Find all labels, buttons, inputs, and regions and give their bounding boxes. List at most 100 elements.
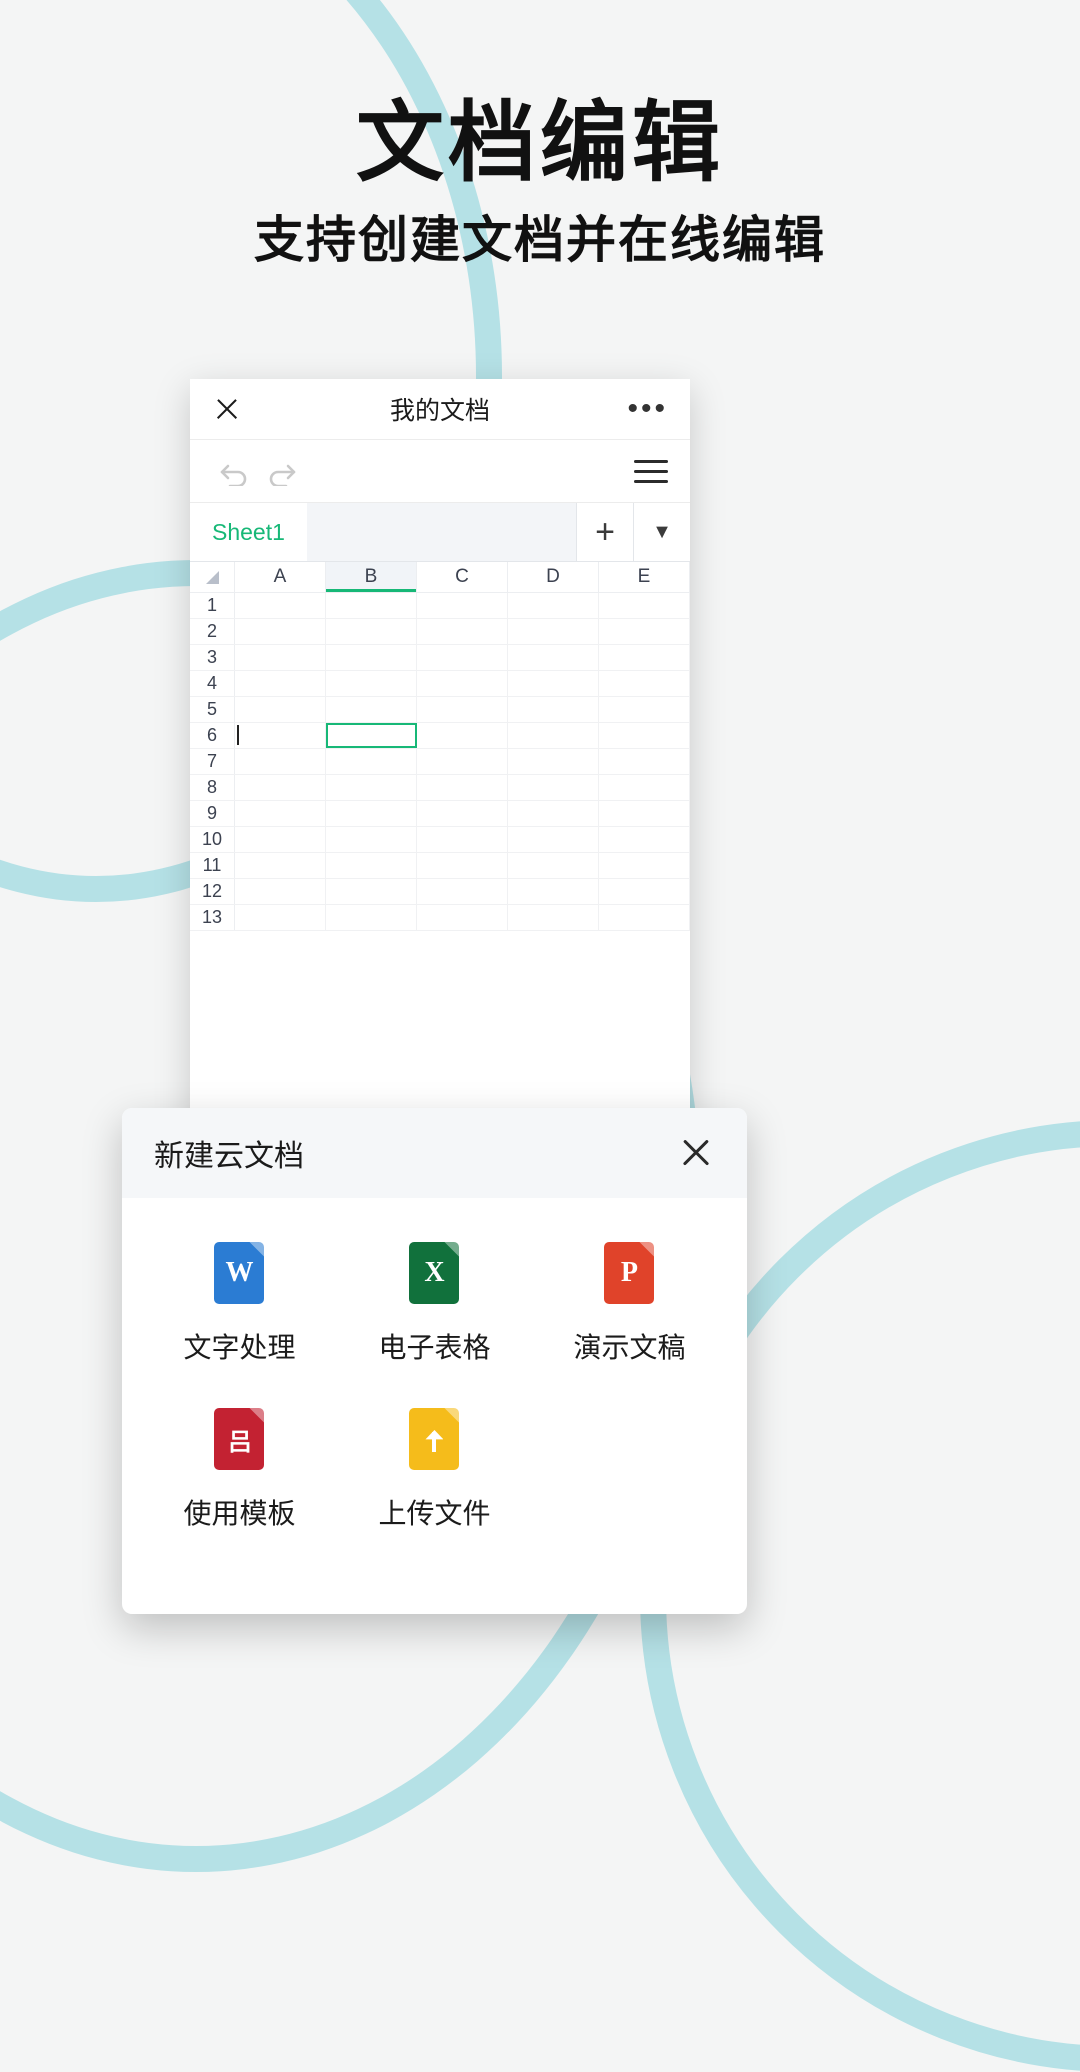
page-fold-corner (249, 1408, 265, 1423)
dialog-item-3[interactable]: P 演示文稿 (532, 1242, 727, 1366)
cell-E1[interactable] (599, 593, 690, 618)
cell-A10[interactable] (235, 827, 326, 852)
cell-A12[interactable] (235, 879, 326, 904)
close-icon[interactable] (677, 1134, 715, 1172)
column-header-b[interactable]: B (326, 562, 417, 592)
cell-A9[interactable] (235, 801, 326, 826)
cell-B4[interactable] (326, 671, 417, 696)
cell-A4[interactable] (235, 671, 326, 696)
cell-A13[interactable] (235, 905, 326, 930)
cell-E8[interactable] (599, 775, 690, 800)
dialog-item-1[interactable]: W 文字处理 (142, 1242, 337, 1366)
row-header-9[interactable]: 9 (190, 801, 235, 826)
column-header-c[interactable]: C (417, 562, 508, 592)
add-sheet-button[interactable]: + (576, 503, 633, 561)
dialog-item-4[interactable]: 吕使用模板 (142, 1408, 337, 1532)
cell-E2[interactable] (599, 619, 690, 644)
cell-A6[interactable] (235, 723, 326, 748)
cell-B6[interactable] (326, 723, 417, 748)
grid-row-1: 1 (190, 593, 690, 619)
cell-B12[interactable] (326, 879, 417, 904)
cell-D11[interactable] (508, 853, 599, 878)
cell-D5[interactable] (508, 697, 599, 722)
cell-D2[interactable] (508, 619, 599, 644)
row-header-4[interactable]: 4 (190, 671, 235, 696)
cell-D4[interactable] (508, 671, 599, 696)
sheet-dropdown-button[interactable]: ▼ (633, 503, 690, 561)
undo-icon[interactable] (212, 448, 258, 494)
cell-D8[interactable] (508, 775, 599, 800)
row-header-2[interactable]: 2 (190, 619, 235, 644)
cell-C9[interactable] (417, 801, 508, 826)
cell-E13[interactable] (599, 905, 690, 930)
cell-C13[interactable] (417, 905, 508, 930)
sheet-tab-sheet1[interactable]: Sheet1 (190, 503, 307, 561)
cell-B1[interactable] (326, 593, 417, 618)
cell-C1[interactable] (417, 593, 508, 618)
cell-C10[interactable] (417, 827, 508, 852)
cell-A3[interactable] (235, 645, 326, 670)
sheet-tab-bar: Sheet1 + ▼ (190, 503, 690, 562)
cell-D3[interactable] (508, 645, 599, 670)
cell-D13[interactable] (508, 905, 599, 930)
cell-B10[interactable] (326, 827, 417, 852)
cell-A2[interactable] (235, 619, 326, 644)
cell-D12[interactable] (508, 879, 599, 904)
cell-A1[interactable] (235, 593, 326, 618)
cell-B3[interactable] (326, 645, 417, 670)
row-header-6[interactable]: 6 (190, 723, 235, 748)
cell-D6[interactable] (508, 723, 599, 748)
cell-E3[interactable] (599, 645, 690, 670)
row-header-10[interactable]: 10 (190, 827, 235, 852)
row-header-13[interactable]: 13 (190, 905, 235, 930)
select-all-corner[interactable] (190, 562, 235, 592)
cell-E12[interactable] (599, 879, 690, 904)
row-header-11[interactable]: 11 (190, 853, 235, 878)
cell-B7[interactable] (326, 749, 417, 774)
cell-D10[interactable] (508, 827, 599, 852)
column-header-a[interactable]: A (235, 562, 326, 592)
cell-C6[interactable] (417, 723, 508, 748)
cell-B5[interactable] (326, 697, 417, 722)
row-header-12[interactable]: 12 (190, 879, 235, 904)
cell-A5[interactable] (235, 697, 326, 722)
cell-B9[interactable] (326, 801, 417, 826)
spreadsheet-grid[interactable]: A B C D E 1 2 3 4 5 6 7 8 9 10 11 12 13 (190, 562, 690, 931)
cell-C5[interactable] (417, 697, 508, 722)
row-header-7[interactable]: 7 (190, 749, 235, 774)
cell-C4[interactable] (417, 671, 508, 696)
cell-B8[interactable] (326, 775, 417, 800)
cell-B2[interactable] (326, 619, 417, 644)
cell-C7[interactable] (417, 749, 508, 774)
cell-C3[interactable] (417, 645, 508, 670)
cell-B13[interactable] (326, 905, 417, 930)
row-header-5[interactable]: 5 (190, 697, 235, 722)
cell-A11[interactable] (235, 853, 326, 878)
row-header-3[interactable]: 3 (190, 645, 235, 670)
dialog-item-5[interactable]: 上传文件 (337, 1408, 532, 1532)
cell-E11[interactable] (599, 853, 690, 878)
cell-C8[interactable] (417, 775, 508, 800)
cell-E4[interactable] (599, 671, 690, 696)
redo-icon[interactable] (258, 448, 304, 494)
row-header-1[interactable]: 1 (190, 593, 235, 618)
dialog-item-2[interactable]: X 电子表格 (337, 1242, 532, 1366)
cell-E9[interactable] (599, 801, 690, 826)
cell-C12[interactable] (417, 879, 508, 904)
cell-E5[interactable] (599, 697, 690, 722)
cell-D7[interactable] (508, 749, 599, 774)
cell-D9[interactable] (508, 801, 599, 826)
row-header-8[interactable]: 8 (190, 775, 235, 800)
cell-E6[interactable] (599, 723, 690, 748)
cell-E7[interactable] (599, 749, 690, 774)
column-header-d[interactable]: D (508, 562, 599, 592)
cell-A7[interactable] (235, 749, 326, 774)
cell-C2[interactable] (417, 619, 508, 644)
cell-B11[interactable] (326, 853, 417, 878)
cell-E10[interactable] (599, 827, 690, 852)
column-header-e[interactable]: E (599, 562, 690, 592)
cell-C11[interactable] (417, 853, 508, 878)
hamburger-menu-icon[interactable] (634, 459, 668, 483)
cell-D1[interactable] (508, 593, 599, 618)
cell-A8[interactable] (235, 775, 326, 800)
